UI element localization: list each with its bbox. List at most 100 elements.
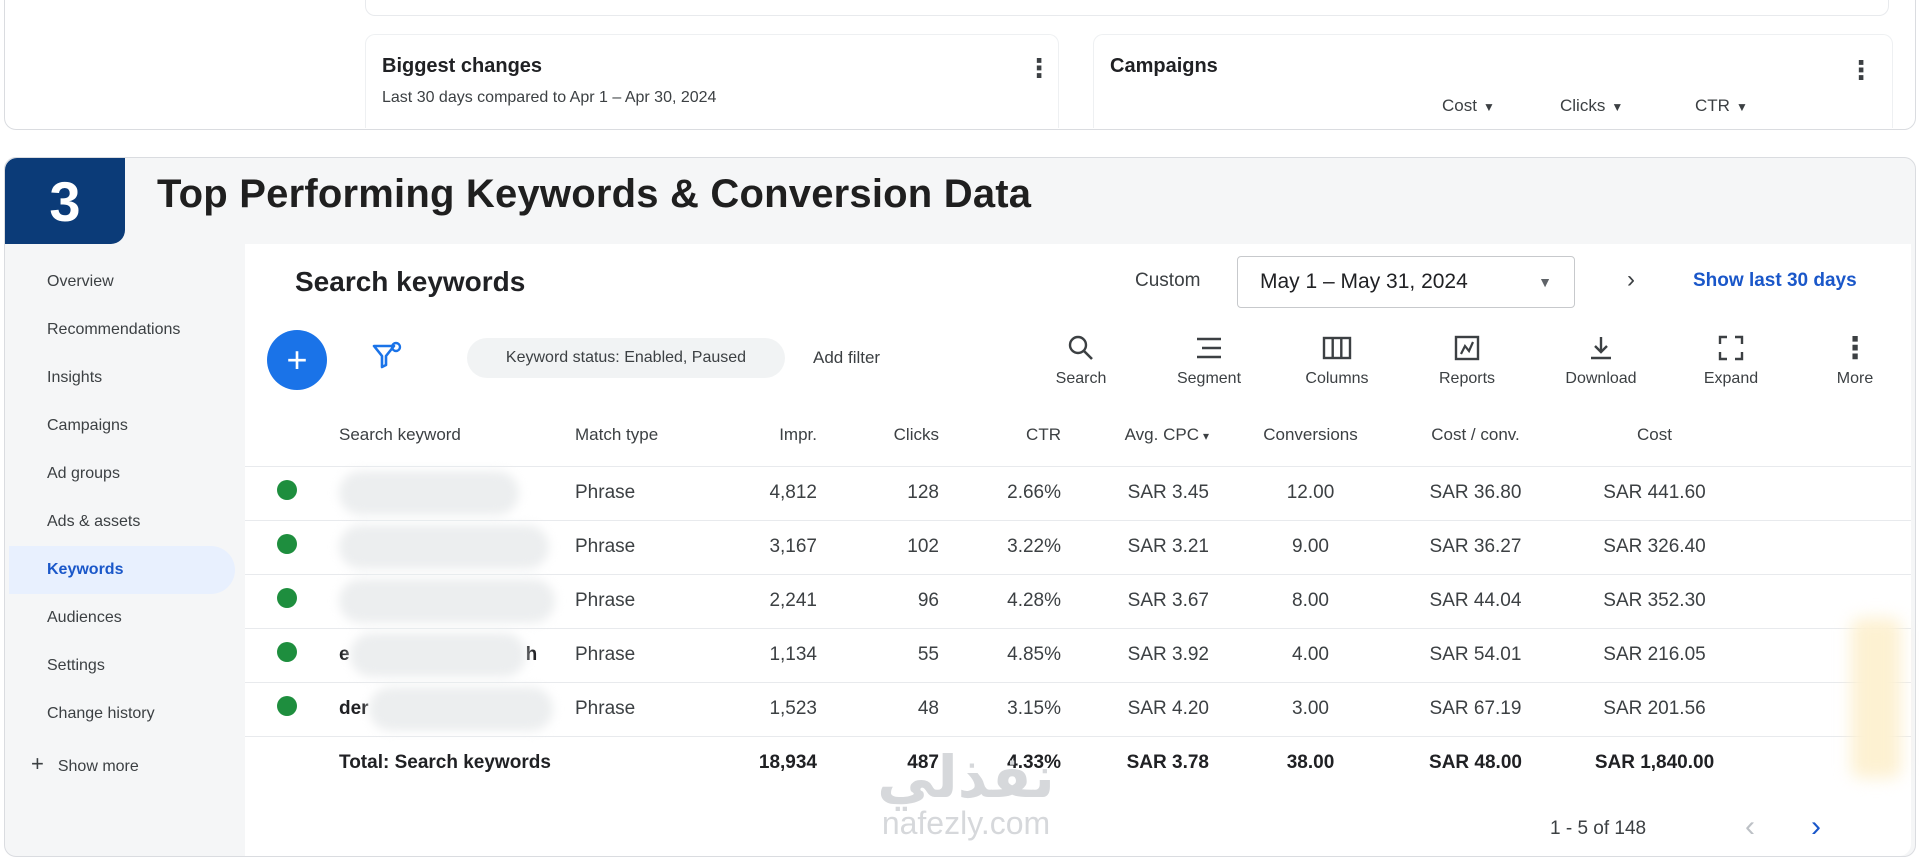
download-tool-button[interactable]: Download [1551,330,1651,388]
sidebar-item-ads-assets[interactable]: Ads & assets [9,498,239,546]
match-type-cell: Phrase [563,519,713,574]
conversions-cell: 9.00 [1227,519,1393,574]
clicks-cell: 55 [835,627,957,682]
sidebar-item-insights[interactable]: Insights [9,354,239,402]
table-row[interactable]: der Phrase 1,523 48 3.15% SAR 4.20 3.00 … [245,681,1911,736]
column-header-cost-conv[interactable]: Cost / conv. [1393,404,1557,466]
segment-tool-button[interactable]: Segment [1159,330,1259,388]
cost-conv-cell: SAR 67.19 [1393,681,1557,736]
keyword-cell[interactable] [327,465,563,520]
watermark-url: nafezly.com [881,805,1051,841]
sidebar-item-campaigns[interactable]: Campaigns [9,402,239,450]
status-column-header [245,404,327,466]
sidebar-item-audiences[interactable]: Audiences [9,594,239,642]
avg-cpc-cell: SAR 4.20 [1079,681,1227,736]
show-more-button[interactable]: + Show more [9,738,239,790]
watermark: نفذلي nafezly.com [836,745,1096,841]
campaigns-title: Campaigns [1110,55,1218,77]
next-page-icon[interactable]: › [1811,810,1821,844]
column-header-avg-cpc[interactable]: Avg. CPC ▾ [1079,404,1227,466]
column-header-cost[interactable]: Cost [1557,404,1751,466]
table-row[interactable]: Phrase 2,241 96 4.28% SAR 3.67 8.00 SAR … [245,573,1911,628]
add-filter-button[interactable]: Add filter [813,348,880,368]
status-cell [245,519,327,574]
sidebar-item-settings[interactable]: Settings [9,642,239,690]
more-vert-icon[interactable]: ⋮ [1026,55,1052,81]
show-last-30-days-link[interactable]: Show last 30 days [1693,270,1857,292]
clicks-metric-dropdown[interactable]: Clicks ▼ [1560,96,1623,116]
filter-icon[interactable] [369,338,405,374]
sidebar-nav: Overview Recommendations Insights Campai… [9,258,239,790]
clicks-cell: 96 [835,573,957,628]
status-cell [245,735,327,790]
cost-metric-dropdown[interactable]: Cost ▼ [1442,96,1495,116]
ctr-cell: 4.28% [957,573,1079,628]
reports-tool-button[interactable]: Reports [1417,330,1517,388]
custom-range-label: Custom [1135,270,1201,291]
keyword-cell[interactable] [327,519,563,574]
columns-tool-button[interactable]: Columns [1287,330,1387,388]
avg-cpc-cell: SAR 3.67 [1079,573,1227,628]
section-title: Top Performing Keywords & Conversion Dat… [157,172,1032,216]
table-header-row: Search keyword Match type Impr. Clicks C… [245,404,1911,466]
table-row[interactable]: Phrase 3,167 102 3.22% SAR 3.21 9.00 SAR… [245,519,1911,574]
spacer-cell [1751,519,1911,574]
column-header-ctr[interactable]: CTR [957,404,1079,466]
expand-tool-button[interactable]: Expand [1681,330,1781,388]
column-header-keyword[interactable]: Search keyword [327,404,563,466]
biggest-changes-title: Biggest changes [382,55,543,77]
status-cell [245,681,327,736]
previous-page-icon[interactable]: ‹ [1745,810,1755,844]
cost-conv-cell: SAR 36.80 [1393,465,1557,520]
sidebar-item-change-history[interactable]: Change history [9,690,239,738]
keyword-cell[interactable]: eh [327,627,563,682]
highlight-smudge [1851,618,1901,778]
impr-total-cell: 18,934 [713,735,835,790]
sort-arrow-icon: ▾ [1202,428,1209,443]
more-tool-button[interactable]: ⋮ More [1805,330,1905,388]
date-range-picker[interactable]: May 1 – May 31, 2024 ▼ [1237,256,1575,308]
sidebar-item-recommendations[interactable]: Recommendations [9,306,239,354]
add-button[interactable]: + [267,330,327,390]
redacted-keyword [339,579,555,623]
redacted-keyword [368,687,553,731]
plus-icon: + [31,751,44,776]
impr-cell: 3,167 [713,519,835,574]
match-type-cell: Phrase [563,627,713,682]
column-header-clicks[interactable]: Clicks [835,404,957,466]
column-header-conversions[interactable]: Conversions [1227,404,1393,466]
more-vert-icon[interactable]: ⋮ [1848,57,1874,83]
top-panel: Biggest changes Last 30 days compared to… [4,0,1916,130]
cost-conv-total-cell: SAR 48.00 [1393,735,1557,790]
keyword-cell[interactable] [327,573,563,628]
ctr-metric-dropdown[interactable]: CTR ▼ [1695,96,1748,116]
column-header-impr[interactable]: Impr. [713,404,835,466]
sidebar-item-ad-groups[interactable]: Ad groups [9,450,239,498]
table-row[interactable]: eh Phrase 1,134 55 4.85% SAR 3.92 4.00 S… [245,627,1911,682]
impr-cell: 1,134 [713,627,835,682]
match-type-cell: Phrase [563,573,713,628]
status-cell [245,627,327,682]
keyword-cell[interactable]: der [327,681,563,736]
cost-conv-cell: SAR 54.01 [1393,627,1557,682]
enabled-status-dot [276,480,297,500]
segment-icon [1197,337,1221,359]
column-header-match-type[interactable]: Match type [563,404,713,466]
cost-conv-cell: SAR 44.04 [1393,573,1557,628]
plus-icon: + [286,339,308,380]
watermark-arabic: نفذلي [877,745,1055,810]
search-icon [1068,335,1093,360]
sidebar-item-overview[interactable]: Overview [9,258,239,306]
chevron-down-icon: ▼ [1735,100,1748,114]
search-tool-button[interactable]: Search [1031,330,1131,388]
keyword-text-start: e [339,644,350,666]
next-period-arrow-icon[interactable]: › [1627,266,1635,294]
spacer-cell [1751,465,1911,520]
cost-cell: SAR 201.56 [1557,681,1751,736]
sidebar-item-keywords[interactable]: Keywords [9,546,235,594]
table-row[interactable]: Phrase 4,812 128 2.66% SAR 3.45 12.00 SA… [245,465,1911,520]
keyword-status-filter-chip[interactable]: Keyword status: Enabled, Paused [467,338,785,378]
impr-cell: 2,241 [713,573,835,628]
clicks-cell: 128 [835,465,957,520]
avg-cpc-cell: SAR 3.21 [1079,519,1227,574]
